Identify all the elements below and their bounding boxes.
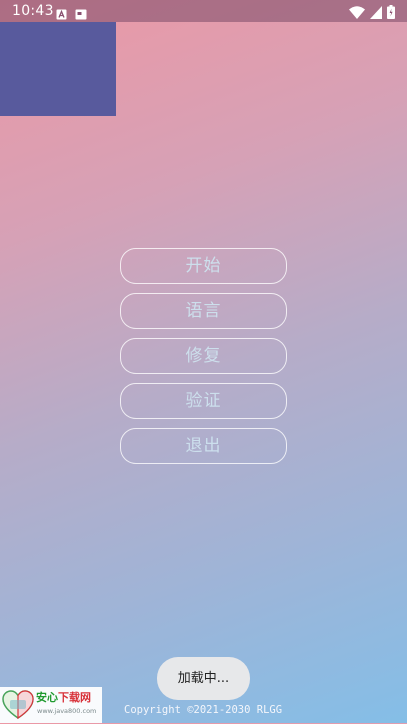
loading-toast: 加载中... (157, 657, 250, 700)
watermark-title-green: 安心 (36, 691, 58, 704)
battery-icon (387, 4, 395, 23)
signal-icon (370, 4, 382, 23)
status-system-icons (349, 4, 395, 23)
copyright-text: Copyright ©2021-2030 RLGG (124, 704, 283, 716)
exit-button[interactable]: 退出 (120, 428, 287, 464)
watermark-title: 安心下载网 (36, 692, 91, 704)
site-watermark: 安心下载网 www.java800.com (0, 687, 102, 723)
status-time: 10:43 (12, 3, 54, 19)
repair-button[interactable]: 修复 (120, 338, 287, 374)
language-button[interactable]: 语言 (120, 293, 287, 329)
verify-button[interactable]: 验证 (120, 383, 287, 419)
status-bar: 10:43 (0, 0, 407, 22)
watermark-title-red: 下载网 (58, 691, 91, 704)
watermark-url: www.java800.com (37, 707, 97, 715)
watermark-logo-icon (2, 690, 34, 724)
wifi-icon (349, 4, 365, 23)
start-button[interactable]: 开始 (120, 248, 287, 284)
main-menu: 开始 语言 修复 验证 退出 (120, 248, 287, 473)
placeholder-block (0, 22, 116, 116)
